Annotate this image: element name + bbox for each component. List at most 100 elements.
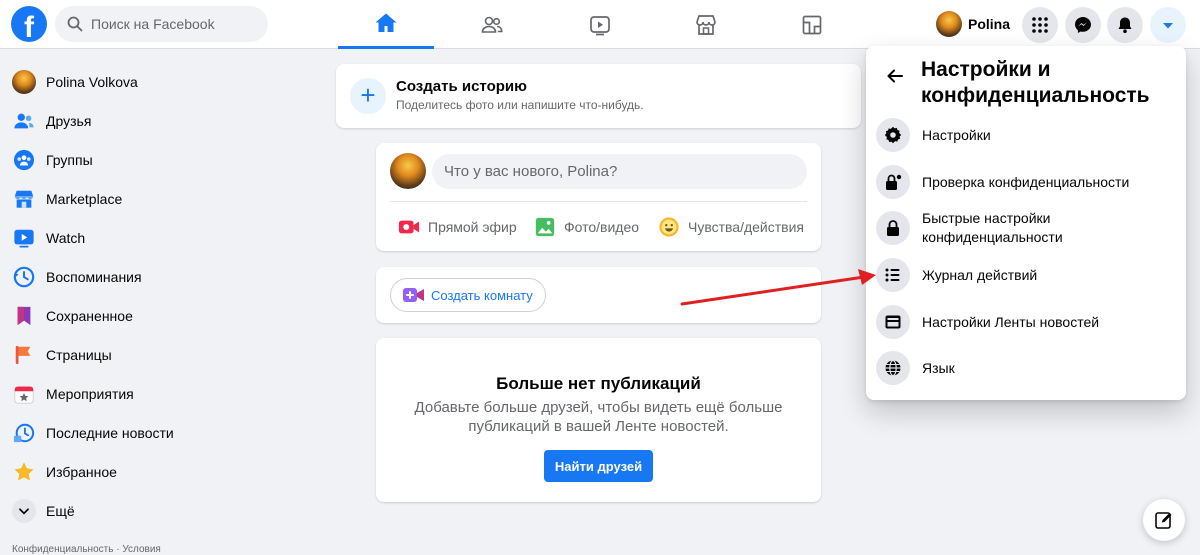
tab-marketplace[interactable] — [658, 0, 754, 49]
menu-item-settings[interactable]: Настройки — [876, 113, 1176, 157]
tab-gaming[interactable] — [764, 0, 860, 49]
marketplace-icon — [14, 190, 34, 208]
saved-icon — [17, 306, 31, 325]
sidebar-item-label: Избранное — [46, 463, 117, 480]
create-story-card[interactable]: + Создать историю Поделитесь фото или на… — [336, 64, 861, 128]
sidebar-item-label: Marketplace — [46, 190, 123, 207]
tab-friends[interactable] — [444, 0, 540, 49]
lock-icon — [887, 220, 899, 236]
photo-video-button[interactable]: Фото/видео — [534, 213, 639, 241]
sidebar-item-marketplace[interactable]: Marketplace — [0, 179, 200, 218]
menu-item-label: Настройки — [922, 126, 991, 143]
live-video-button[interactable]: Прямой эфир — [398, 213, 517, 241]
facebook-logo[interactable]: f — [11, 6, 47, 42]
grid-menu-icon — [1032, 17, 1048, 33]
menu-item-privacy-shortcuts[interactable]: Быстрые настройки конфиденциальности — [876, 206, 1176, 250]
notifications-button[interactable] — [1107, 7, 1143, 43]
menu-button[interactable] — [1022, 7, 1058, 43]
profile-name: Polina — [968, 16, 1011, 32]
profile-shortcut[interactable]: Polina — [932, 7, 1016, 41]
avatar — [12, 69, 36, 94]
footer-links[interactable]: Конфиденциальность · Условия — [12, 544, 161, 555]
sidebar-item-recent-news[interactable]: Последние новости — [0, 413, 200, 452]
create-room-button[interactable]: Создать комнату — [390, 278, 546, 312]
sidebar-item-label: Сохраненное — [46, 307, 133, 324]
search-icon — [67, 16, 83, 32]
feeling-activity-button[interactable]: Чувства/действия — [658, 213, 804, 241]
messenger-button[interactable] — [1065, 7, 1101, 43]
new-message-button[interactable] — [1143, 499, 1185, 541]
menu-item-label: Журнал действий — [922, 266, 1038, 283]
groups-icon — [13, 149, 35, 170]
search-box[interactable] — [55, 6, 268, 42]
tab-home[interactable] — [338, 0, 434, 49]
sidebar-item-memories[interactable]: Воспоминания — [0, 257, 200, 296]
gear-icon — [884, 126, 902, 144]
sidebar-item-saved[interactable]: Сохраненное — [0, 296, 200, 335]
avatar[interactable] — [390, 153, 426, 189]
avatar — [936, 11, 962, 37]
photo-icon — [535, 217, 555, 237]
friends-icon — [481, 16, 503, 33]
marketplace-icon — [696, 14, 716, 35]
video-room-icon — [403, 288, 424, 302]
watch-icon — [590, 15, 610, 35]
bell-icon — [1118, 17, 1132, 33]
menu-item-news-feed-preferences[interactable]: Настройки Ленты новостей — [876, 300, 1176, 344]
empty-feed-text: Добавьте больше друзей, чтобы видеть ещё… — [414, 399, 783, 435]
menu-item-activity-log[interactable]: Журнал действий — [876, 253, 1176, 297]
sidebar-item-favorites[interactable]: Избранное — [0, 452, 200, 491]
sidebar-item-more[interactable]: Ещё — [0, 491, 200, 530]
menu-item-language[interactable]: Язык — [876, 346, 1176, 390]
events-icon — [14, 385, 34, 404]
tab-watch[interactable] — [552, 0, 648, 49]
photo-video-label: Фото/видео — [564, 219, 640, 235]
menu-item-label: Настройки Ленты новостей — [922, 313, 1100, 330]
menu-item-label: Язык — [922, 359, 955, 376]
plus-icon: + — [350, 78, 386, 114]
home-icon — [375, 13, 397, 32]
top-navigation-bar: f Polina — [0, 0, 1200, 49]
divider — [390, 201, 807, 202]
menu-item-label: Проверка конфиденциальности — [922, 173, 1130, 190]
sidebar-item-label: Воспоминания — [46, 268, 142, 285]
composer-input[interactable]: Что у вас нового, Polina? — [432, 154, 807, 189]
sidebar-item-groups[interactable]: Группы — [0, 140, 200, 179]
menu-item-privacy-checkup[interactable]: Проверка конфиденциальности — [876, 160, 1176, 204]
empty-feed-card: Больше нет публикаций Добавьте больше др… — [376, 338, 821, 502]
recent-news-icon — [13, 423, 35, 442]
memories-icon — [13, 266, 35, 287]
star-icon — [14, 461, 34, 481]
search-input[interactable] — [91, 16, 261, 32]
sidebar-item-label: Группы — [46, 151, 93, 168]
sidebar-item-watch[interactable]: Watch — [0, 218, 200, 257]
sidebar-item-profile[interactable]: Polina Volkova — [0, 62, 200, 101]
sidebar-item-label: Watch — [46, 229, 86, 246]
watch-icon — [14, 229, 34, 247]
find-friends-button[interactable]: Найти друзей — [544, 450, 653, 482]
sidebar-item-label: Мероприятия — [46, 385, 134, 402]
sidebar-item-label: Последние новости — [46, 424, 174, 441]
lock-check-icon — [886, 174, 902, 190]
back-button[interactable] — [880, 61, 910, 91]
globe-icon — [885, 359, 901, 377]
account-menu-button[interactable] — [1150, 7, 1186, 43]
edit-icon — [1155, 512, 1172, 529]
feeling-activity-label: Чувства/действия — [688, 219, 805, 235]
sidebar-item-friends[interactable]: Друзья — [0, 101, 200, 140]
caret-down-icon — [1163, 23, 1173, 29]
chevron-down-icon — [19, 507, 29, 514]
sidebar-item-label: Друзья — [46, 112, 92, 129]
annotation-arrow — [680, 269, 876, 306]
sidebar-item-events[interactable]: Мероприятия — [0, 374, 200, 413]
sidebar-item-label: Ещё — [46, 502, 75, 519]
gaming-icon — [802, 15, 822, 34]
list-icon — [885, 268, 900, 282]
sidebar-item-pages[interactable]: Страницы — [0, 335, 200, 374]
live-video-icon — [398, 220, 420, 234]
news-feed-icon — [885, 315, 901, 329]
pages-icon — [15, 345, 31, 364]
menu-item-label: Быстрые настройки конфиденциальности — [922, 210, 1063, 245]
friends-icon — [14, 113, 34, 128]
empty-feed-title: Больше нет публикаций — [496, 374, 701, 393]
